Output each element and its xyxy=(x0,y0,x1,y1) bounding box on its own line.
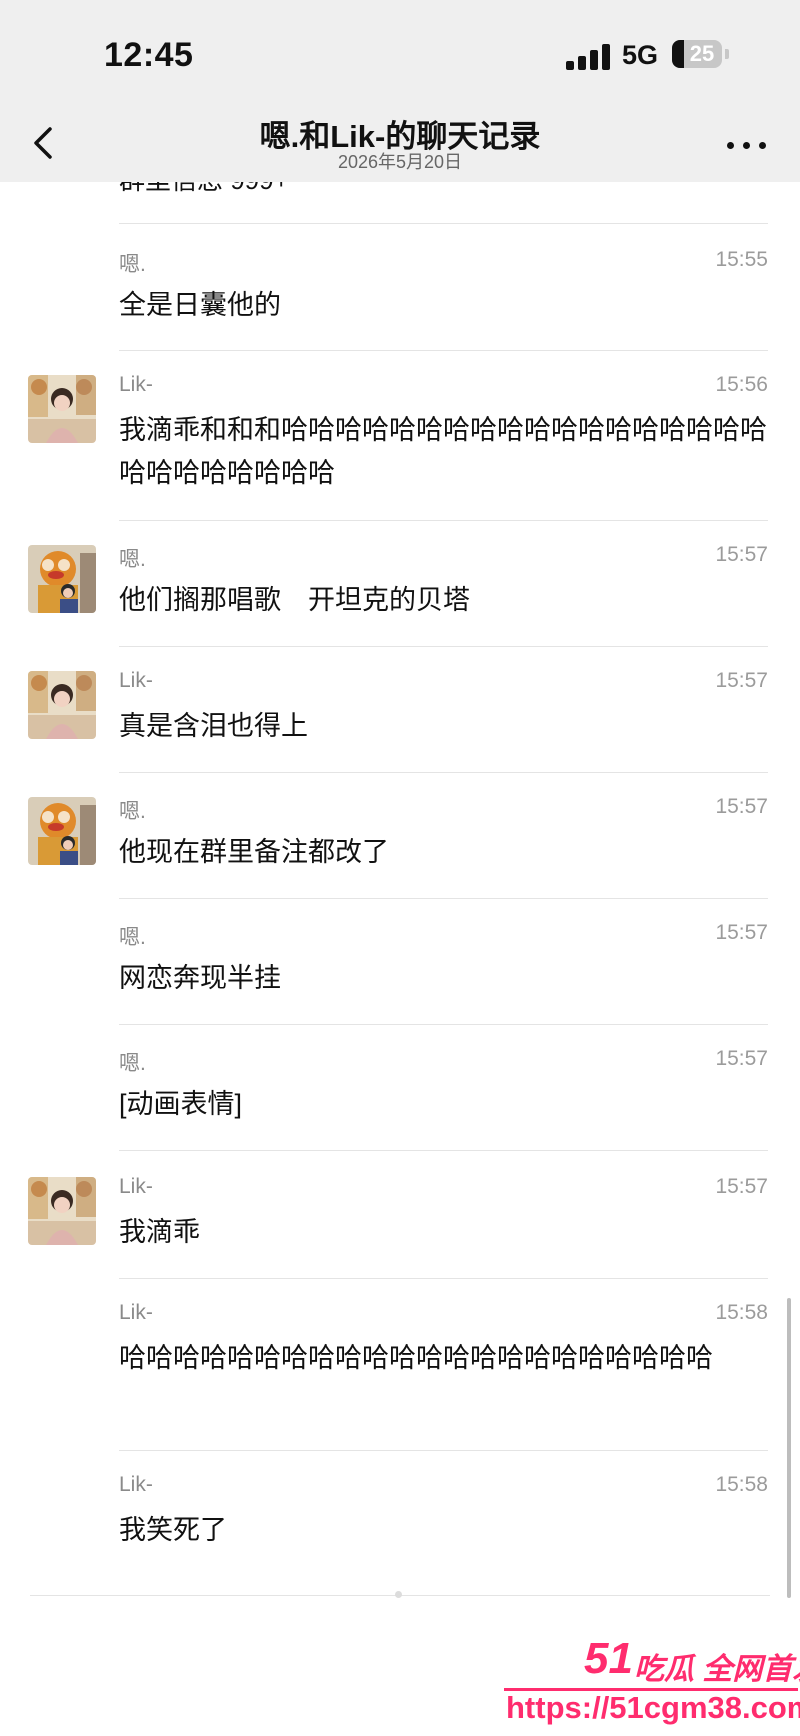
sender-name: Lik- xyxy=(119,1175,153,1198)
page-subtitle: 2026年5月20日 xyxy=(337,152,463,172)
status-bar: 12:45 5G 25 xyxy=(0,0,800,105)
divider xyxy=(119,350,768,351)
message-time: 15:57 xyxy=(715,795,768,818)
message-time: 15:57 xyxy=(715,1047,768,1070)
divider xyxy=(119,646,768,647)
avatar-lik[interactable] xyxy=(28,1177,96,1245)
sender-name: Lik- xyxy=(119,1301,153,1324)
divider xyxy=(119,772,768,773)
battery-level: 25 xyxy=(689,41,715,66)
avatar-lik[interactable] xyxy=(28,671,96,739)
message-text: 我滴乖 xyxy=(119,1217,200,1247)
message-time: 15:57 xyxy=(715,669,768,692)
message-text: 真是含泪也得上 xyxy=(119,711,308,741)
signal-icon xyxy=(566,42,612,70)
message-text: 哈哈哈哈哈哈哈哈哈哈哈哈哈哈哈哈哈哈哈哈哈哈 xyxy=(119,1343,713,1373)
sender-name: Lik- xyxy=(119,373,153,396)
battery-icon: 25 xyxy=(672,40,722,68)
message-time: 15:55 xyxy=(715,248,768,271)
divider xyxy=(119,898,768,899)
partial-message-text: 群里信息 999+ xyxy=(119,182,289,197)
network-type: 5G xyxy=(622,40,659,70)
message-time: 15:58 xyxy=(715,1301,768,1324)
message-text: [动画表情] xyxy=(119,1089,243,1119)
sender-name: 嗯. xyxy=(119,800,146,823)
scrollbar[interactable] xyxy=(787,1298,791,1598)
message-text: 他们搁那唱歌 开坦克的贝塔 xyxy=(119,585,470,615)
status-time: 12:45 xyxy=(104,36,194,74)
sender-name: 嗯. xyxy=(119,548,146,571)
sender-name: 嗯. xyxy=(119,1052,146,1075)
message-text: 他现在群里备注都改了 xyxy=(119,837,389,867)
divider xyxy=(119,1024,768,1025)
sender-name: Lik- xyxy=(119,1473,153,1496)
divider xyxy=(119,223,768,224)
message-time: 15:57 xyxy=(715,921,768,944)
divider xyxy=(119,1150,768,1151)
back-button[interactable] xyxy=(20,115,70,171)
message-text: 我滴乖和和和哈哈哈哈哈哈哈哈哈哈哈哈哈哈哈哈哈哈哈哈哈哈哈哈哈哈 xyxy=(119,415,767,488)
message-time: 15:57 xyxy=(715,1175,768,1198)
more-button[interactable] xyxy=(722,127,772,163)
message-time: 15:56 xyxy=(715,373,768,396)
message-text: 我笑死了 xyxy=(119,1515,227,1545)
nav-bar: 嗯.和Lik-的聊天记录 2026年5月20日 xyxy=(0,105,800,182)
list-end-dot xyxy=(395,1591,402,1598)
message-text: 网恋奔现半挂 xyxy=(119,963,281,993)
sender-name: 嗯. xyxy=(119,926,146,949)
divider xyxy=(119,1450,768,1451)
watermark: 51 吃瓜 全网首发 https://51cgm38.com xyxy=(500,1630,800,1736)
watermark-number: 51 xyxy=(584,1634,633,1683)
sender-name: 嗯. xyxy=(119,253,146,276)
message-time: 15:57 xyxy=(715,543,768,566)
divider xyxy=(119,520,768,521)
battery-tip xyxy=(725,49,729,59)
message-time: 15:58 xyxy=(715,1473,768,1496)
avatar-en[interactable] xyxy=(28,797,96,865)
sender-name: Lik- xyxy=(119,669,153,692)
chevron-left-icon xyxy=(34,127,52,159)
watermark-text: 吃瓜 全网首发 xyxy=(634,1653,800,1686)
message-text: 全是日囊他的 xyxy=(119,290,281,320)
chat-record-list[interactable]: 群里信息 999+ 嗯. 15:55 全是日囊他的 Lik- 15:56 我滴乖… xyxy=(0,182,800,1662)
avatar-en[interactable] xyxy=(28,545,96,613)
divider xyxy=(119,1278,768,1279)
avatar-lik[interactable] xyxy=(28,375,96,443)
watermark-url: https://51cgm38.com xyxy=(506,1690,800,1725)
